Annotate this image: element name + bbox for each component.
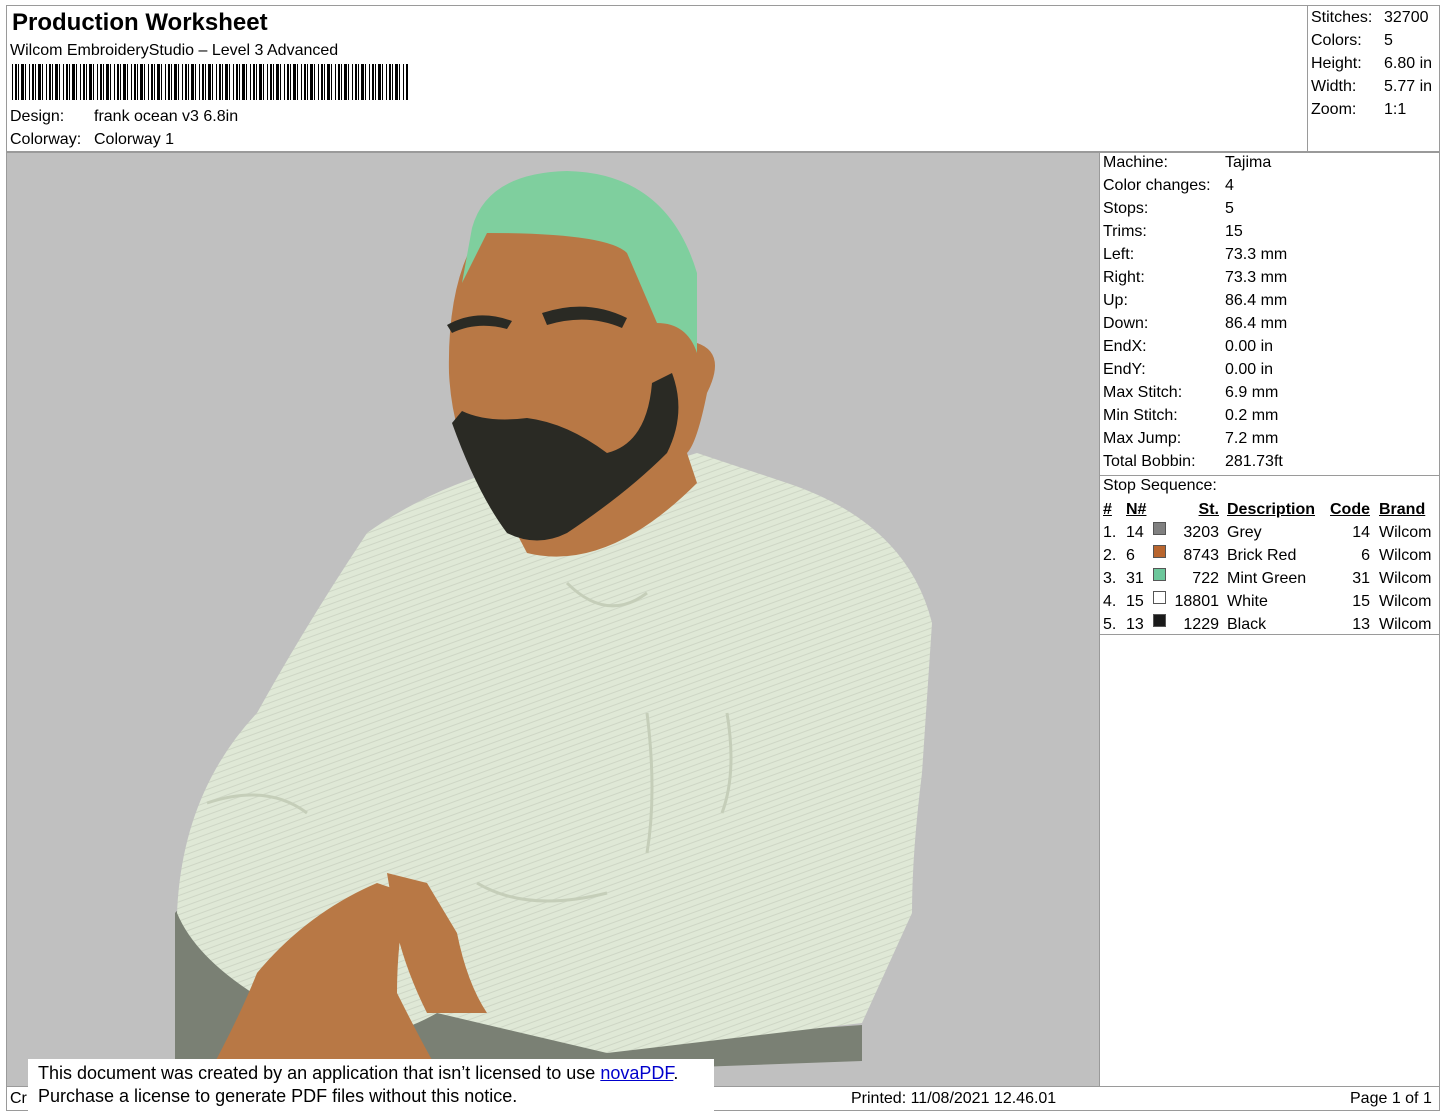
notice-line-1-text: This document was created by an applicat… (38, 1063, 601, 1083)
page-number: Page 1 of 1 (1350, 1090, 1432, 1107)
row-num: 5. (1103, 616, 1117, 633)
up-value: 86.4 mm (1225, 292, 1288, 309)
endx-value: 0.00 in (1225, 338, 1274, 355)
row-needle: 6 (1126, 547, 1135, 564)
right-value: 73.3 mm (1225, 269, 1288, 286)
row-needle: 31 (1126, 570, 1144, 587)
row-stitches: 18801 (1174, 593, 1220, 610)
color-swatch-brick-red (1153, 545, 1166, 558)
row-brand: Wilcom (1379, 616, 1432, 633)
row-num: 1. (1103, 524, 1117, 541)
novapdf-link[interactable]: novaPDF (600, 1063, 673, 1083)
row-needle: 15 (1126, 593, 1144, 610)
design-value: frank ocean v3 6.8in (94, 108, 239, 125)
col-header-n: N# (1126, 501, 1147, 518)
stops-value: 5 (1225, 200, 1234, 217)
max-stitch-value: 6.9 mm (1225, 384, 1279, 401)
total-bobbin-value: 281.73ft (1225, 453, 1283, 470)
row-brand: Wilcom (1379, 524, 1432, 541)
row-needle: 13 (1126, 616, 1144, 633)
row-stitches: 3203 (1183, 524, 1219, 541)
row-description: Black (1227, 616, 1267, 633)
summary-colors-value: 5 (1384, 32, 1393, 49)
row-code: 13 (1352, 616, 1370, 633)
page-title: Production Worksheet (12, 9, 268, 36)
barcode (12, 64, 408, 100)
row-description: Grey (1227, 524, 1262, 541)
license-notice: This document was created by an applicat… (28, 1059, 714, 1115)
col-header-brand: Brand (1379, 501, 1426, 518)
notice-line-1: This document was created by an applicat… (38, 1062, 704, 1085)
row-description: Brick Red (1227, 547, 1297, 564)
color-swatch-mint-green (1153, 568, 1166, 581)
row-brand: Wilcom (1379, 547, 1432, 564)
trims-value: 15 (1225, 223, 1243, 240)
colorway-label: Colorway: (10, 131, 82, 148)
max-stitch-label: Max Stitch: (1103, 384, 1183, 401)
notice-line-1-end: . (673, 1063, 679, 1083)
trims-label: Trims: (1103, 223, 1147, 240)
row-description: Mint Green (1227, 570, 1307, 587)
stop-sequence-title: Stop Sequence: (1103, 477, 1217, 494)
endy-label: EndY: (1103, 361, 1146, 378)
row-num: 4. (1103, 593, 1117, 610)
summary-zoom-label: Zoom: (1311, 101, 1357, 118)
row-brand: Wilcom (1379, 570, 1432, 587)
row-stitches: 722 (1192, 570, 1219, 587)
color-swatch-black (1153, 614, 1166, 627)
min-stitch-value: 0.2 mm (1225, 407, 1279, 424)
machine-label: Machine: (1103, 154, 1168, 171)
design-label: Design: (10, 108, 65, 125)
col-header-st: St. (1198, 501, 1219, 518)
col-header-description: Description (1227, 501, 1316, 518)
summary-height-value: 6.80 in (1384, 55, 1433, 72)
color-swatch-white (1153, 591, 1166, 604)
embroidery-design-image (175, 171, 932, 1086)
summary-colors-label: Colors: (1311, 32, 1362, 49)
down-value: 86.4 mm (1225, 315, 1288, 332)
row-code: 6 (1361, 547, 1370, 564)
colorway-value: Colorway 1 (94, 131, 175, 148)
row-code: 14 (1352, 524, 1370, 541)
endx-label: EndX: (1103, 338, 1147, 355)
software-name: Wilcom EmbroideryStudio – Level 3 Advanc… (10, 42, 339, 59)
summary-stitches-label: Stitches: (1311, 9, 1373, 26)
row-code: 31 (1352, 570, 1370, 587)
max-jump-label: Max Jump: (1103, 430, 1182, 447)
left-label: Left: (1103, 246, 1135, 263)
machine-value: Tajima (1225, 154, 1272, 171)
row-stitches: 1229 (1183, 616, 1219, 633)
stops-label: Stops: (1103, 200, 1149, 217)
col-header-code: Code (1330, 501, 1370, 518)
summary-width-label: Width: (1311, 78, 1357, 95)
color-changes-value: 4 (1225, 177, 1234, 194)
row-num: 3. (1103, 570, 1117, 587)
summary-stitches-value: 32700 (1384, 9, 1429, 26)
notice-line-2: Purchase a license to generate PDF files… (38, 1086, 518, 1106)
row-code: 15 (1352, 593, 1370, 610)
left-value: 73.3 mm (1225, 246, 1288, 263)
row-stitches: 8743 (1183, 547, 1219, 564)
min-stitch-label: Min Stitch: (1103, 407, 1178, 424)
summary-height-label: Height: (1311, 55, 1362, 72)
right-label: Right: (1103, 269, 1145, 286)
total-bobbin-label: Total Bobbin: (1103, 453, 1196, 470)
printed-date: Printed: 11/08/2021 12.46.01 (851, 1090, 1057, 1107)
design-canvas (6, 152, 1100, 1087)
color-swatch-grey (1153, 522, 1166, 535)
color-changes-label: Color changes: (1103, 177, 1211, 194)
footer-left-fragment: Cr (10, 1090, 27, 1107)
row-num: 2. (1103, 547, 1117, 564)
up-label: Up: (1103, 292, 1128, 309)
notes-box (1099, 634, 1440, 1087)
endy-value: 0.00 in (1225, 361, 1274, 378)
summary-width-value: 5.77 in (1384, 78, 1433, 95)
row-brand: Wilcom (1379, 593, 1432, 610)
col-header-num: # (1103, 501, 1112, 518)
summary-zoom-value: 1:1 (1384, 101, 1407, 118)
down-label: Down: (1103, 315, 1149, 332)
row-needle: 14 (1126, 524, 1144, 541)
max-jump-value: 7.2 mm (1225, 430, 1279, 447)
row-description: White (1227, 593, 1268, 610)
